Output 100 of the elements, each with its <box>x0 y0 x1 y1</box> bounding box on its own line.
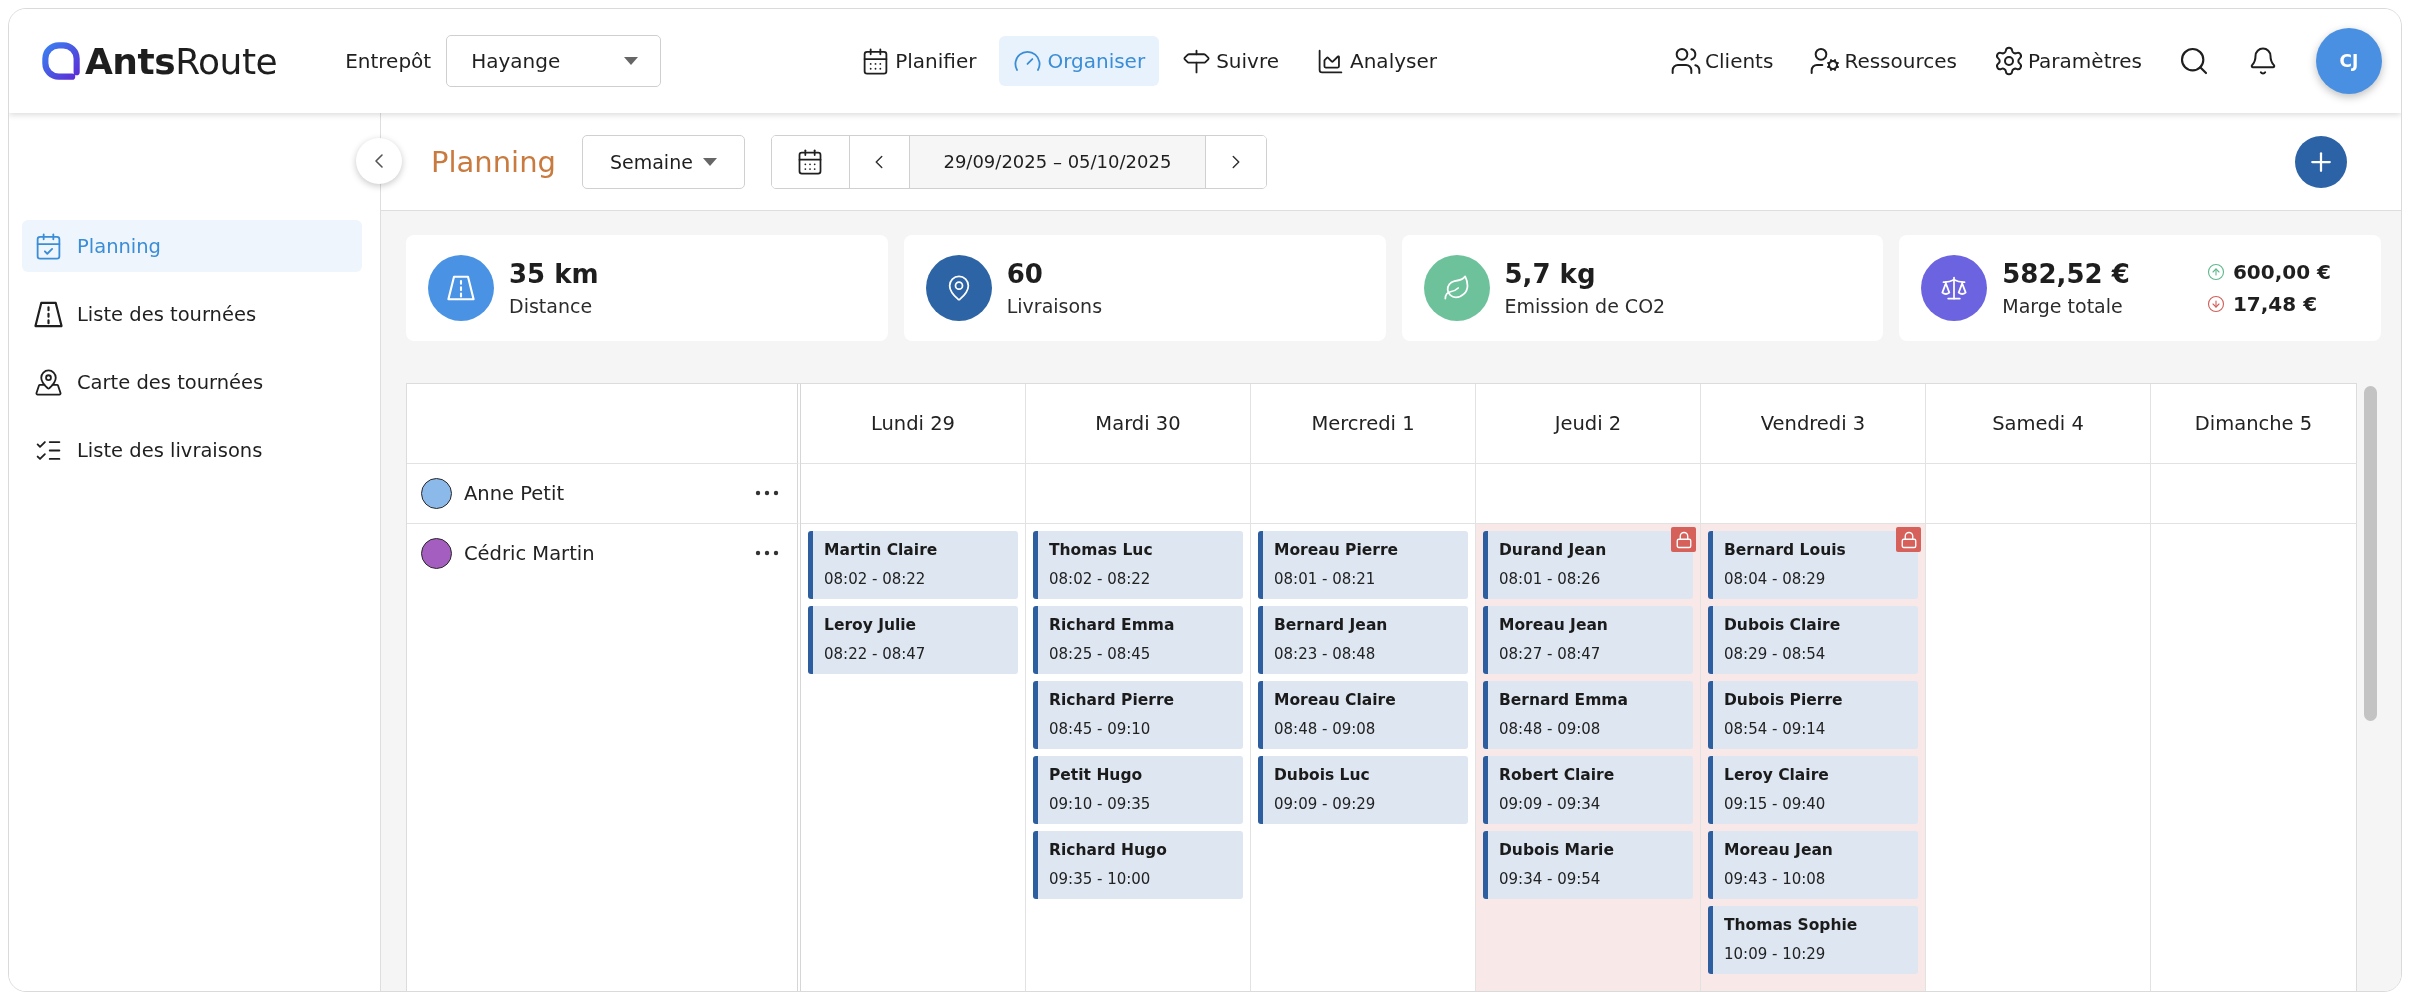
more-icon[interactable] <box>755 550 779 556</box>
time-range: 08:22 - 08:47 <box>824 644 927 665</box>
delivery-card[interactable]: Dubois Marie 09:34 - 09:54 <box>1483 831 1693 899</box>
time-range: 09:34 - 09:54 <box>1499 869 1602 890</box>
customer-name: Moreau Jean <box>1724 840 1834 861</box>
logo-text: AntsRoute <box>85 40 278 82</box>
delivery-card[interactable]: Moreau Jean 08:27 - 08:47 <box>1483 606 1693 674</box>
customer-name: Petit Hugo <box>1049 765 1144 786</box>
time-range: 08:23 - 08:48 <box>1274 644 1377 665</box>
customer-name: Richard Hugo <box>1049 840 1168 861</box>
customer-name: Martin Claire <box>824 540 939 561</box>
time-range: 09:35 - 10:00 <box>1049 869 1152 890</box>
time-range: 08:01 - 08:21 <box>1274 569 1377 590</box>
delivery-card[interactable]: Dubois Claire 08:29 - 08:54 <box>1708 606 1918 674</box>
menu-link[interactable]: Paramètres <box>1992 45 2142 77</box>
delivery-card[interactable]: Dubois Luc 09:09 - 09:29 <box>1258 756 1468 824</box>
logo-icon <box>42 42 80 80</box>
delivery-card[interactable]: Leroy Julie 08:22 - 08:47 <box>808 606 1018 674</box>
delivery-card[interactable]: Bernard Emma 08:48 - 09:08 <box>1483 681 1693 749</box>
arrow-down-icon <box>2206 295 2225 313</box>
delivery-card[interactable]: Thomas Luc 08:02 - 08:22 <box>1033 531 1243 599</box>
delivery-card[interactable]: Richard Hugo 09:35 - 10:00 <box>1033 831 1243 899</box>
delivery-card[interactable]: Bernard Louis 08:04 - 08:29 <box>1708 531 1918 599</box>
delivery-card[interactable]: Thomas Sophie 10:09 - 10:29 <box>1708 906 1918 974</box>
lock-icon <box>1671 527 1696 552</box>
road-icon <box>34 299 63 329</box>
sidebar-item[interactable]: Carte des tournées <box>22 356 362 408</box>
customer-name: Leroy Julie <box>824 615 918 636</box>
time-range: 08:04 - 08:29 <box>1724 569 1827 590</box>
stat-label: Marge totale <box>2002 295 2124 317</box>
time-range: 08:54 - 09:14 <box>1724 719 1827 740</box>
time-range: 08:25 - 08:45 <box>1049 644 1152 665</box>
search-button[interactable] <box>2178 45 2210 77</box>
warehouse-select[interactable]: Hayange <box>446 35 662 87</box>
menu-link[interactable]: Clients <box>1670 45 1774 77</box>
customer-name: Robert Claire <box>1499 765 1616 786</box>
add-button[interactable] <box>2295 135 2347 188</box>
nav-tab[interactable]: Analyser <box>1302 36 1451 86</box>
time-range: 10:09 - 10:29 <box>1724 944 1827 965</box>
lock-icon <box>1896 527 1921 552</box>
menu-link[interactable]: Ressources <box>1809 45 1957 77</box>
resource-name: Cédric Martin <box>464 541 595 565</box>
calendar-check-icon <box>34 231 63 261</box>
delivery-card[interactable]: Richard Emma 08:25 - 08:45 <box>1033 606 1243 674</box>
customer-name: Moreau Pierre <box>1274 540 1400 561</box>
time-range: 09:10 - 09:35 <box>1049 794 1152 815</box>
map-pin-icon <box>34 367 63 397</box>
delivery-card[interactable]: Bernard Jean 08:23 - 08:48 <box>1258 606 1468 674</box>
calendar-button[interactable] <box>771 135 850 188</box>
delivery-card[interactable]: Durand Jean 08:01 - 08:26 <box>1483 531 1693 599</box>
customer-name: Durand Jean <box>1499 540 1608 561</box>
customer-name: Bernard Emma <box>1499 690 1629 711</box>
stat-label: Distance <box>509 295 594 317</box>
time-range: 08:48 - 09:08 <box>1274 719 1377 740</box>
time-range: 09:09 - 09:34 <box>1499 794 1602 815</box>
stat-label: Livraisons <box>1006 295 1103 317</box>
delivery-card[interactable]: Moreau Pierre 08:01 - 08:21 <box>1258 531 1468 599</box>
delivery-card[interactable]: Martin Claire 08:02 - 08:22 <box>808 531 1018 599</box>
delivery-card[interactable]: Moreau Jean 09:43 - 10:08 <box>1708 831 1918 899</box>
page-title: Planning <box>431 144 556 179</box>
time-range: 08:01 - 08:26 <box>1499 569 1602 590</box>
delivery-card[interactable]: Richard Pierre 08:45 - 09:10 <box>1033 681 1243 749</box>
customer-name: Richard Pierre <box>1049 690 1176 711</box>
customer-name: Thomas Sophie <box>1724 915 1859 936</box>
more-icon[interactable] <box>755 490 779 496</box>
customer-name: Richard Emma <box>1049 615 1176 636</box>
stat-value: 5,7 kg <box>1504 259 1597 289</box>
time-range: 09:15 - 09:40 <box>1724 794 1827 815</box>
delivery-card[interactable]: Leroy Claire 09:15 - 09:40 <box>1708 756 1918 824</box>
nav-tab[interactable]: Planifier <box>847 36 991 86</box>
date-range: 29/09/2025 – 05/10/2025 <box>909 135 1206 188</box>
customer-name: Moreau Claire <box>1274 690 1397 711</box>
customer-name: Moreau Jean <box>1499 615 1609 636</box>
customer-name: Bernard Jean <box>1274 615 1389 636</box>
time-range: 08:45 - 09:10 <box>1049 719 1152 740</box>
delivery-card[interactable]: Dubois Pierre 08:54 - 09:14 <box>1708 681 1918 749</box>
users-icon <box>1670 45 1703 77</box>
time-range: 08:02 - 08:22 <box>824 569 927 590</box>
time-range: 09:43 - 10:08 <box>1724 869 1827 890</box>
time-range: 08:02 - 08:22 <box>1049 569 1152 590</box>
stat-label: Emission de CO2 <box>1504 295 1666 317</box>
notifications-button[interactable] <box>2248 46 2278 76</box>
customer-name: Bernard Louis <box>1724 540 1847 561</box>
view-select[interactable]: Semaine <box>581 134 745 189</box>
stat-value: 582,52 € <box>2002 259 2130 289</box>
delivery-card[interactable]: Robert Claire 09:09 - 09:34 <box>1483 756 1693 824</box>
nav-tab[interactable]: Suivre <box>1168 36 1293 86</box>
customer-name: Dubois Luc <box>1274 765 1371 786</box>
scrollbar-thumb[interactable] <box>2364 386 2377 721</box>
sidebar-item[interactable]: Liste des tournées <box>22 288 362 340</box>
resource-name: Anne Petit <box>464 481 565 505</box>
time-range: 08:27 - 08:47 <box>1499 644 1602 665</box>
time-range: 08:48 - 09:08 <box>1499 719 1602 740</box>
delivery-card[interactable]: Petit Hugo 09:10 - 09:35 <box>1033 756 1243 824</box>
income-amount: 600,00 € <box>2232 260 2331 284</box>
sidebar-item[interactable]: Liste des livraisons <box>22 424 362 476</box>
user-gear-icon <box>1809 45 1842 77</box>
delivery-card[interactable]: Moreau Claire 08:48 - 09:08 <box>1258 681 1468 749</box>
search-icon <box>2178 45 2210 77</box>
caret-icon <box>702 157 717 166</box>
